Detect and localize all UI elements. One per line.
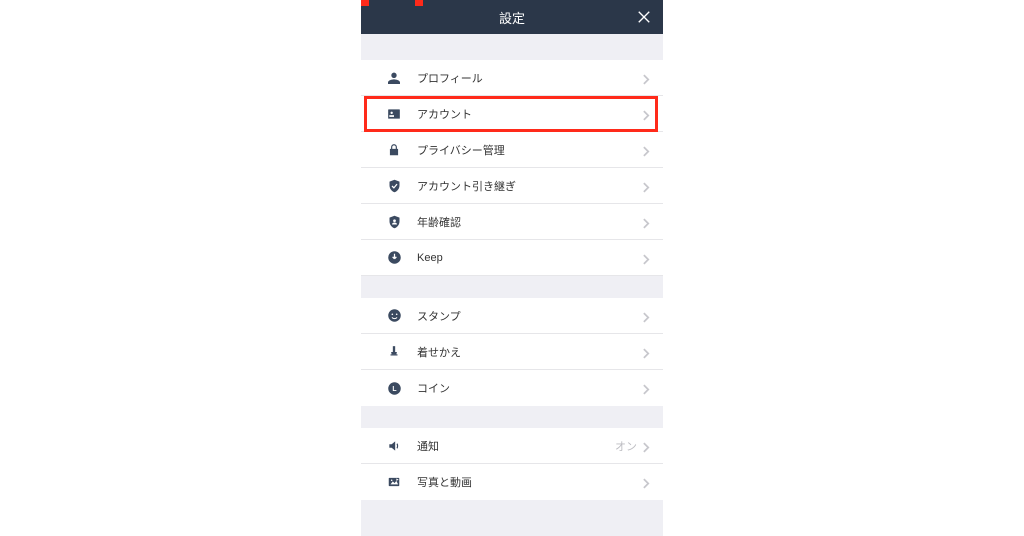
row-label: アカウント引き継ぎ [417, 178, 643, 194]
person-shield-icon [385, 213, 403, 231]
section-separator [361, 406, 663, 428]
settings-group-2: スタンプ 着せかえ L コイン [361, 298, 663, 406]
chevron-right-icon [643, 440, 651, 452]
close-button[interactable] [635, 8, 653, 26]
chevron-right-icon [643, 382, 651, 394]
settings-row-themes[interactable]: 着せかえ [361, 334, 663, 370]
account-icon [385, 105, 403, 123]
svg-text:L: L [392, 386, 396, 393]
header-bar: 設定 [361, 0, 663, 34]
row-label: プロフィール [417, 70, 643, 86]
settings-group-3: 通知 オン 写真と動画 [361, 428, 663, 500]
speaker-icon [385, 437, 403, 455]
chevron-right-icon [643, 108, 651, 120]
settings-row-coins[interactable]: L コイン [361, 370, 663, 406]
row-label: 写真と動画 [417, 474, 643, 490]
photo-icon [385, 473, 403, 491]
profile-icon [385, 69, 403, 87]
row-value: オン [615, 438, 637, 454]
settings-screen: 設定 プロフィール アカウント [361, 0, 663, 536]
settings-row-notifications[interactable]: 通知 オン [361, 428, 663, 464]
settings-row-photos[interactable]: 写真と動画 [361, 464, 663, 500]
annotation-mark [415, 0, 423, 6]
row-label: コイン [417, 380, 643, 396]
row-label: スタンプ [417, 308, 643, 324]
download-icon [385, 249, 403, 267]
settings-row-privacy[interactable]: プライバシー管理 [361, 132, 663, 168]
settings-row-stamps[interactable]: スタンプ [361, 298, 663, 334]
lock-icon [385, 141, 403, 159]
row-label: アカウント [417, 106, 643, 122]
chevron-right-icon [643, 144, 651, 156]
chevron-right-icon [643, 216, 651, 228]
settings-row-transfer[interactable]: アカウント引き継ぎ [361, 168, 663, 204]
settings-group-1: プロフィール アカウント プライバシー管理 アカウント引き継ぎ [361, 60, 663, 276]
row-label: プライバシー管理 [417, 142, 643, 158]
section-separator [361, 34, 663, 60]
row-label: 年齢確認 [417, 214, 643, 230]
chevron-right-icon [643, 310, 651, 322]
settings-row-account[interactable]: アカウント [361, 96, 663, 132]
section-separator [361, 276, 663, 298]
annotation-mark [361, 0, 369, 6]
chevron-right-icon [643, 476, 651, 488]
brush-icon [385, 343, 403, 361]
chevron-right-icon [643, 180, 651, 192]
chevron-right-icon [643, 346, 651, 358]
page-title: 設定 [499, 8, 525, 27]
chevron-right-icon [643, 252, 651, 264]
row-label: 着せかえ [417, 344, 643, 360]
close-icon [637, 10, 651, 24]
row-label: Keep [417, 252, 643, 264]
settings-row-profile[interactable]: プロフィール [361, 60, 663, 96]
settings-row-age[interactable]: 年齢確認 [361, 204, 663, 240]
settings-row-keep[interactable]: Keep [361, 240, 663, 276]
shield-icon [385, 177, 403, 195]
chevron-right-icon [643, 72, 651, 84]
coin-icon: L [385, 379, 403, 397]
smile-icon [385, 307, 403, 325]
row-label: 通知 [417, 438, 615, 454]
